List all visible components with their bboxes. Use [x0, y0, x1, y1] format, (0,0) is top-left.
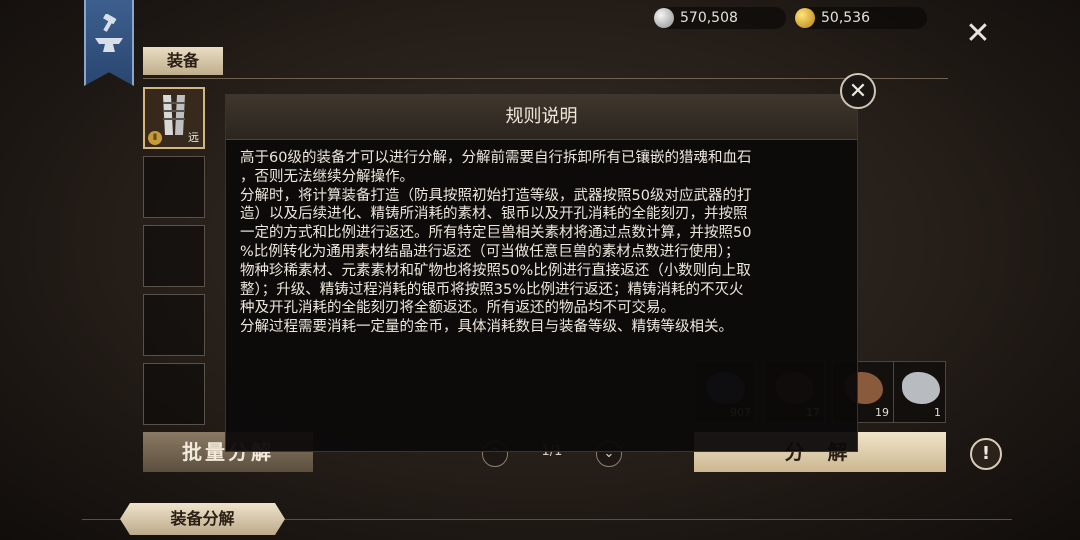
divider	[143, 78, 948, 79]
inventory-slot-selected[interactable]: Ⅱ 远	[143, 87, 205, 149]
item-grade-badge: Ⅱ	[148, 131, 162, 145]
tab-equipment[interactable]: 装备	[143, 47, 223, 75]
silver-amount: 570,508	[680, 10, 738, 26]
inventory-slot[interactable]	[143, 363, 205, 425]
modal-rules-text: 高于60级的装备才可以进行分解，分解前需要自行拆卸所有已镶嵌的猎魂和血石 ，否则…	[240, 150, 752, 336]
material-count: 19	[875, 406, 889, 419]
rules-modal: 规则说明 高于60级的装备才可以进行分解，分解前需要自行拆卸所有已镶嵌的猎魂和血…	[225, 94, 858, 452]
inventory-slot[interactable]	[143, 225, 205, 287]
modal-close-icon[interactable]: ✕	[840, 73, 876, 109]
modal-title: 规则说明	[226, 95, 857, 140]
info-icon[interactable]: !	[970, 438, 1002, 470]
material-slot[interactable]: 1	[893, 361, 946, 423]
gold-currency: 50,536	[795, 7, 927, 29]
gold-coin-icon	[795, 8, 815, 28]
anvil-hammer-icon	[95, 14, 123, 52]
material-count: 1	[934, 406, 941, 419]
item-type-label: 远	[188, 131, 199, 144]
inventory-slot[interactable]	[143, 156, 205, 218]
gold-amount: 50,536	[821, 10, 870, 26]
silver-ore-icon	[902, 372, 940, 404]
silver-currency: 570,508	[654, 7, 786, 29]
inventory-slot[interactable]	[143, 294, 205, 356]
close-icon[interactable]: ✕	[962, 18, 994, 50]
tab-equipment-decompose[interactable]: 装备分解	[120, 503, 285, 535]
silver-coin-icon	[654, 8, 674, 28]
